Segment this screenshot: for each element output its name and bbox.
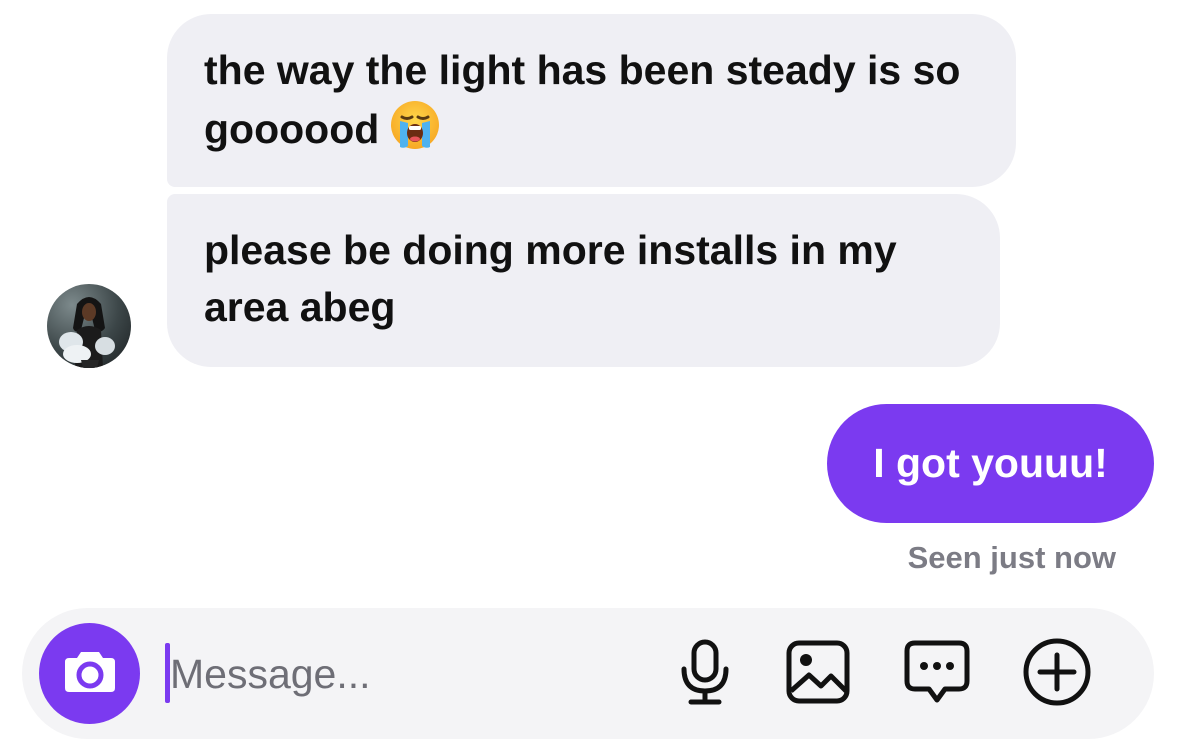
- more-options-button[interactable]: [1021, 638, 1093, 710]
- sticker-button[interactable]: [901, 638, 973, 710]
- message-text: the way the light has been steady is so …: [204, 47, 961, 152]
- message-text: I got youuu!: [873, 440, 1108, 486]
- microphone-icon: [678, 639, 732, 710]
- outgoing-message-bubble[interactable]: I got youuu!: [827, 404, 1154, 523]
- message-input[interactable]: [170, 638, 640, 710]
- incoming-message-bubble[interactable]: the way the light has been steady is so …: [167, 14, 1016, 187]
- chat-bubble-icon: [903, 639, 971, 710]
- voice-message-button[interactable]: [669, 638, 741, 710]
- camera-icon: [62, 648, 118, 699]
- message-text: please be doing more installs in my area…: [204, 227, 897, 330]
- dm-thread: the way the light has been steady is so …: [0, 0, 1178, 747]
- gallery-button[interactable]: [782, 638, 854, 710]
- camera-button[interactable]: [39, 623, 140, 724]
- incoming-message-bubble[interactable]: please be doing more installs in my area…: [167, 194, 1000, 367]
- image-icon: [785, 639, 851, 710]
- plus-circle-icon: [1022, 637, 1092, 712]
- message-composer: [22, 608, 1154, 739]
- seen-status: Seen just now: [907, 540, 1116, 575]
- loudly-crying-face-icon: [389, 99, 441, 166]
- sender-avatar[interactable]: [47, 284, 131, 368]
